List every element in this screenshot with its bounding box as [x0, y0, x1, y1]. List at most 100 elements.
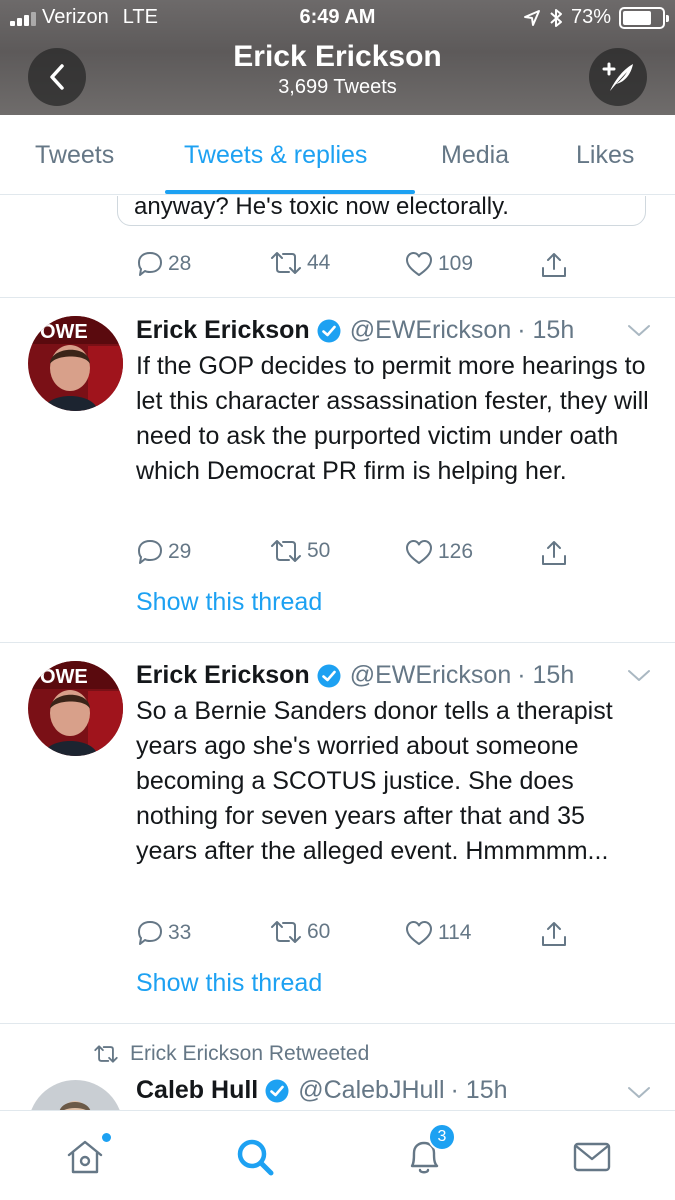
tweet-actions: 28 44 109 [136, 250, 636, 286]
like-count: 126 [438, 540, 474, 563]
share-button[interactable] [540, 538, 568, 568]
tweet-author-line: Erick Erickson @EWErickson · 15h [136, 661, 574, 690]
header-title-block: Erick Erickson 3,699 Tweets [0, 40, 675, 99]
avatar-image [28, 1080, 123, 1110]
retweet-button[interactable]: 50 [269, 538, 330, 564]
reply-icon [138, 921, 162, 945]
share-button[interactable] [540, 250, 568, 280]
reply-count: 29 [168, 540, 192, 563]
search-icon [237, 1139, 274, 1176]
retweet-button[interactable]: 44 [269, 250, 330, 276]
like-count: 114 [438, 921, 472, 944]
notifications-tab[interactable]: 3 [402, 1123, 456, 1179]
retweet-count: 60 [307, 920, 331, 943]
reply-count: 33 [168, 921, 192, 944]
tweet-timestamp: · 15h [450, 1076, 508, 1104]
tweet[interactable]: OWE Erick Erickson @EWErickson · 15h If … [0, 298, 675, 642]
home-tab[interactable] [63, 1133, 111, 1179]
svg-text:OWE: OWE [40, 666, 88, 688]
profile-header: Verizon LTE 6:49 AM 73% Erick Erickson 3… [0, 0, 675, 115]
verified-badge-icon [317, 664, 341, 687]
reply-button[interactable]: 29 [136, 538, 191, 566]
svg-text:OWE: OWE [40, 321, 88, 343]
author-name[interactable]: Caleb Hull [136, 1076, 258, 1105]
tweet[interactable]: OWE Erick Erickson @EWErickson · 15h So … [0, 643, 675, 1023]
retweet-icon [271, 921, 301, 943]
compose-tweet-icon [602, 62, 633, 91]
profile-tabs: Tweets Tweets & replies Media Likes [0, 115, 675, 195]
like-button[interactable]: 109 [404, 250, 473, 278]
author-handle: @CalebJHull [298, 1076, 445, 1104]
reply-count: 28 [168, 252, 192, 275]
retweeted-by-line: Erick Erickson Retweeted [92, 1042, 369, 1066]
tweet-actions: 29 50 126 [136, 538, 636, 574]
share-icon [542, 253, 566, 277]
reply-icon [138, 252, 162, 276]
retweet-icon [94, 1045, 118, 1063]
envelope-icon [573, 1142, 611, 1172]
battery-percent: 73% [570, 6, 611, 28]
author-name[interactable]: Erick Erickson [136, 316, 310, 345]
notifications-badge: 3 [428, 1123, 456, 1151]
author-handle: @EWErickson [349, 661, 512, 689]
tweet-text: If the GOP decides to permit more hearin… [136, 352, 649, 485]
author-handle: @EWErickson [349, 316, 512, 344]
status-right: 73% [523, 6, 669, 29]
tweet-timestamp: · 15h [517, 316, 575, 344]
tab-tweets-and-replies[interactable]: Tweets & replies [184, 141, 367, 170]
bluetooth-icon [550, 8, 562, 27]
status-bar: Verizon LTE 6:49 AM 73% [0, 6, 675, 32]
like-button[interactable]: 114 [404, 919, 471, 947]
tweet-author-line: Caleb Hull @CalebJHull · 15h [136, 1076, 508, 1105]
quoted-tweet-card[interactable]: anyway? He's toxic now electorally. [117, 196, 646, 226]
tab-tweets[interactable]: Tweets [35, 141, 114, 170]
retweet-icon [271, 252, 301, 274]
avatar[interactable] [28, 1080, 123, 1110]
quoted-tweet-text: anyway? He's toxic now electorally. [134, 196, 509, 220]
like-count: 109 [438, 252, 474, 275]
tab-likes[interactable]: Likes [576, 141, 634, 170]
tab-media[interactable]: Media [441, 141, 509, 170]
new-content-dot [102, 1133, 111, 1142]
avatar[interactable]: OWE [28, 661, 123, 756]
retweet-count: 44 [307, 251, 331, 274]
like-button[interactable]: 126 [404, 538, 473, 566]
tweet-text: So a Bernie Sanders donor tells a therap… [136, 697, 613, 865]
retweeted-tweet[interactable]: Erick Erickson Retweeted Caleb Hull @Cal… [0, 1024, 675, 1110]
reply-icon [138, 540, 162, 564]
tweet-feed[interactable]: anyway? He's toxic now electorally. 28 4… [0, 196, 675, 1110]
share-icon [542, 922, 566, 946]
avatar-image: OWE [28, 661, 123, 756]
heart-icon [406, 921, 432, 945]
chevron-down-icon[interactable] [627, 1086, 651, 1100]
battery-icon [619, 6, 669, 29]
avatar[interactable]: OWE [28, 316, 123, 411]
share-button[interactable] [540, 919, 568, 949]
home-icon [67, 1140, 103, 1174]
compose-tweet-button[interactable] [589, 48, 647, 106]
retweet-icon [271, 540, 301, 562]
chevron-down-icon[interactable] [627, 324, 651, 338]
retweet-button[interactable]: 60 [269, 919, 330, 945]
tweet-count: 3,699 Tweets [278, 76, 397, 98]
verified-badge-icon [265, 1079, 289, 1102]
page-title: Erick Erickson [233, 40, 442, 73]
heart-icon [406, 540, 432, 564]
author-name[interactable]: Erick Erickson [136, 661, 310, 690]
messages-tab[interactable] [570, 1135, 614, 1179]
tweet-timestamp: · 15h [517, 661, 575, 689]
tweet-actions: 33 60 114 [136, 919, 636, 955]
tweet-author-line: Erick Erickson @EWErickson · 15h [136, 316, 574, 345]
retweet-count: 50 [307, 539, 331, 562]
heart-icon [406, 252, 432, 276]
search-tab[interactable] [233, 1135, 277, 1179]
show-thread-link[interactable]: Show this thread [136, 588, 322, 617]
location-arrow-icon [523, 9, 540, 26]
chevron-down-icon[interactable] [627, 669, 651, 683]
bottom-tab-bar: 3 [0, 1110, 675, 1200]
reply-button[interactable]: 33 [136, 919, 191, 947]
retweeted-by-label[interactable]: Erick Erickson Retweeted [130, 1042, 369, 1066]
reply-button[interactable]: 28 [136, 250, 191, 278]
avatar-image: OWE [28, 316, 123, 411]
show-thread-link[interactable]: Show this thread [136, 969, 322, 998]
